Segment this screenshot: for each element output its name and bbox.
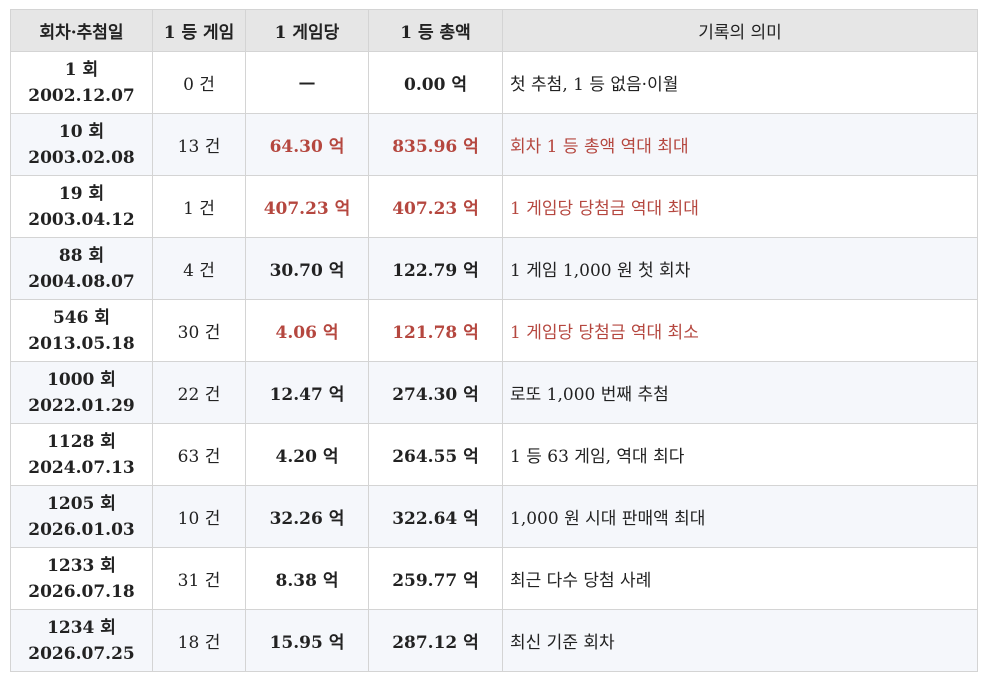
cell-first-prize-total: 287.12 억 (368, 609, 503, 672)
cell-first-prize-total: 835.96 억 (368, 113, 503, 176)
cell-first-prize-total: 322.64 억 (368, 485, 503, 548)
header-per-game: 1 게임당 (245, 9, 369, 52)
cell-first-prize-games: 1 건 (152, 175, 246, 238)
cell-draw-date: 10 회 2003.02.08 (10, 113, 153, 176)
draw-number: 10 회 (58, 121, 105, 142)
cell-per-game: 12.47 억 (245, 361, 369, 424)
cell-meaning: 1 게임 1,000 원 첫 회차 (502, 237, 978, 300)
cell-per-game: — (245, 51, 369, 114)
header-meaning: 기록의 의미 (502, 9, 978, 52)
table-row: 1000 회 2022.01.29 22 건 12.47 억 274.30 억 로또 1,… (10, 361, 978, 424)
draw-date: 2026.07.25 (28, 643, 135, 664)
cell-first-prize-total: 0.00 억 (368, 51, 503, 114)
cell-first-prize-games: 18 건 (152, 609, 246, 672)
draw-number: 19 회 (58, 183, 105, 204)
cell-first-prize-games: 30 건 (152, 299, 246, 362)
table-row: 10 회 2003.02.08 13 건 64.30 억 835.96 억 회차 1 등 … (10, 113, 978, 176)
draw-date: 2002.12.07 (28, 85, 135, 106)
cell-first-prize-games: 4 건 (152, 237, 246, 300)
cell-draw-date: 1 회 2002.12.07 (10, 51, 153, 114)
cell-meaning: 최근 다수 당첨 사례 (502, 547, 978, 610)
cell-draw-date: 19 회 2003.04.12 (10, 175, 153, 238)
cell-draw-date: 88 회 2004.08.07 (10, 237, 153, 300)
draw-date: 2026.07.18 (28, 581, 135, 602)
cell-meaning: 최신 기준 회차 (502, 609, 978, 672)
table-row: 19 회 2003.04.12 1 건 407.23 억 407.23 억1 게임당 당… (10, 175, 978, 238)
draw-number: 88 회 (58, 245, 105, 266)
cell-meaning: 로또 1,000 번째 추첨 (502, 361, 978, 424)
table-row: 1205 회 2026.01.03 10 건 32.26 억 322.64 억 1,000… (10, 485, 978, 548)
cell-first-prize-games: 31 건 (152, 547, 246, 610)
draw-number: 1233 회 (47, 555, 116, 576)
cell-draw-date: 1128 회 2024.07.13 (10, 423, 153, 486)
cell-first-prize-games: 22 건 (152, 361, 246, 424)
table-row: 1128 회 2024.07.13 63 건 4.20 억 264.55 억1 등 63… (10, 423, 978, 486)
table-row: 1 회 2002.12.07 0 건 —0.00 억첫 추첨, 1 등 없음·이월 (10, 51, 978, 114)
cell-meaning: 첫 추첨, 1 등 없음·이월 (502, 51, 978, 114)
cell-first-prize-games: 13 건 (152, 113, 246, 176)
cell-meaning: 1 게임당 당첨금 역대 최대 (502, 175, 978, 238)
cell-first-prize-games: 0 건 (152, 51, 246, 114)
cell-draw-date: 546 회 2013.05.18 (10, 299, 153, 362)
cell-meaning: 1 등 63 게임, 역대 최다 (502, 423, 978, 486)
cell-per-game: 32.26 억 (245, 485, 369, 548)
table-row: 546 회 2013.05.18 30 건 4.06 억 121.78 억1 게임당 당… (10, 299, 978, 362)
cell-first-prize-games: 10 건 (152, 485, 246, 548)
table-row: 1234 회 2026.07.25 18 건 15.95 억 287.12 억 최신 기준… (10, 609, 978, 672)
draw-date: 2003.02.08 (28, 147, 135, 168)
cell-meaning: 1,000 원 시대 판매액 최대 (502, 485, 978, 548)
draw-number: 1000 회 (47, 369, 116, 390)
table-row: 1233 회 2026.07.18 31 건 8.38 억 259.77 억 최근 다수 … (10, 547, 978, 610)
table-row: 88 회 2004.08.07 4 건 30.70 억 122.79 억1 게임 1,0… (10, 237, 978, 300)
header-first-prize-total: 1 등 총액 (368, 9, 503, 52)
draw-date: 2022.01.29 (28, 395, 135, 416)
lotto-records-table-container: 회차·추첨일 1 등 게임 1 게임당 1 등 총액 기록의 의미 1 회 200… (10, 9, 978, 672)
draw-number: 1205 회 (47, 493, 116, 514)
header-draw-date: 회차·추첨일 (10, 9, 153, 52)
cell-draw-date: 1234 회 2026.07.25 (10, 609, 153, 672)
draw-number: 1 회 (64, 59, 99, 80)
draw-number: 1234 회 (47, 617, 116, 638)
cell-first-prize-total: 259.77 억 (368, 547, 503, 610)
draw-date: 2004.08.07 (28, 271, 135, 292)
cell-first-prize-games: 63 건 (152, 423, 246, 486)
cell-meaning: 회차 1 등 총액 역대 최대 (502, 113, 978, 176)
cell-draw-date: 1233 회 2026.07.18 (10, 547, 153, 610)
cell-first-prize-total: 264.55 억 (368, 423, 503, 486)
cell-per-game: 4.06 억 (245, 299, 369, 362)
cell-per-game: 8.38 억 (245, 547, 369, 610)
cell-per-game: 4.20 억 (245, 423, 369, 486)
cell-per-game: 64.30 억 (245, 113, 369, 176)
cell-first-prize-total: 121.78 억 (368, 299, 503, 362)
draw-date: 2024.07.13 (28, 457, 135, 478)
cell-first-prize-total: 274.30 억 (368, 361, 503, 424)
cell-first-prize-total: 407.23 억 (368, 175, 503, 238)
cell-per-game: 15.95 억 (245, 609, 369, 672)
lotto-records-table: 회차·추첨일 1 등 게임 1 게임당 1 등 총액 기록의 의미 1 회 200… (10, 9, 978, 672)
draw-date: 2026.01.03 (28, 519, 135, 540)
cell-first-prize-total: 122.79 억 (368, 237, 503, 300)
table-header-row: 회차·추첨일 1 등 게임 1 게임당 1 등 총액 기록의 의미 (10, 9, 978, 52)
cell-draw-date: 1000 회 2022.01.29 (10, 361, 153, 424)
draw-number: 546 회 (52, 307, 111, 328)
cell-draw-date: 1205 회 2026.01.03 (10, 485, 153, 548)
cell-per-game: 407.23 억 (245, 175, 369, 238)
draw-date: 2003.04.12 (28, 209, 135, 230)
draw-number: 1128 회 (47, 431, 116, 452)
draw-date: 2013.05.18 (28, 333, 135, 354)
header-first-prize-games: 1 등 게임 (152, 9, 246, 52)
cell-per-game: 30.70 억 (245, 237, 369, 300)
cell-meaning: 1 게임당 당첨금 역대 최소 (502, 299, 978, 362)
